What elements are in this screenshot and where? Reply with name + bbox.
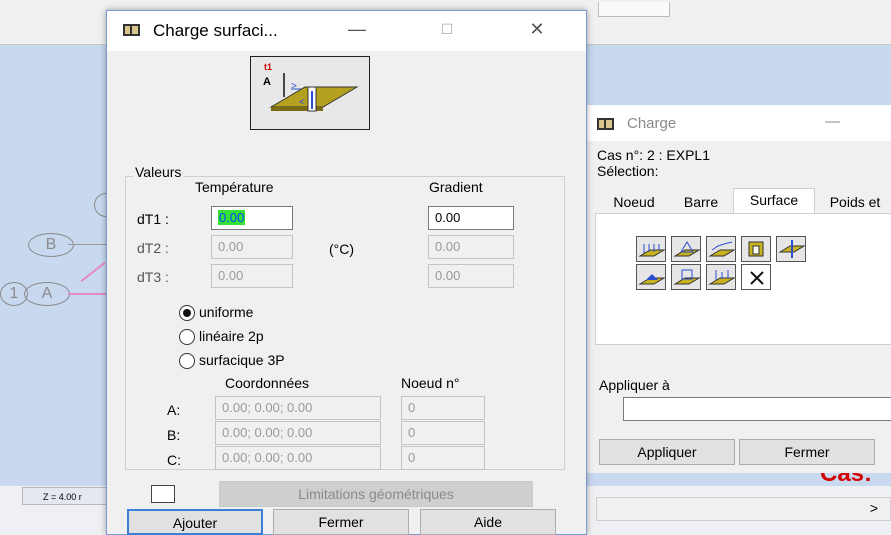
dt1-label: dT1 : (137, 211, 169, 227)
tab-surface[interactable]: Surface (733, 188, 815, 215)
dt3-temperature-input[interactable]: 0.00 (211, 264, 293, 288)
tab-barre[interactable]: Barre (671, 191, 731, 213)
hydrostatic-load-icon[interactable] (636, 264, 666, 290)
dt2-gradient-input[interactable]: 0.00 (428, 235, 514, 259)
uniform-load-icon[interactable] (636, 236, 666, 262)
load-house-icon[interactable] (671, 236, 701, 262)
member-line (68, 293, 108, 295)
case-number: Cas n°: 2 : EXPL1 (597, 147, 710, 163)
unit-label: (°C) (329, 241, 355, 257)
dt3-label: dT3 : (137, 269, 169, 285)
dt1-gradient-input[interactable]: 0.00 (428, 206, 514, 230)
contour-load-icon[interactable] (706, 264, 736, 290)
point-b-node-input[interactable]: 0 (401, 421, 485, 445)
node-label-b: B (28, 233, 74, 257)
radio-surfacique-label: surfacique 3P (199, 352, 285, 368)
limitations-button[interactable]: Limitations géométriques (219, 481, 533, 507)
apply-to-field[interactable] (623, 397, 891, 421)
close-charge-button[interactable]: Fermer (739, 439, 875, 465)
minimize-button[interactable]: — (342, 19, 372, 40)
scroll-right-icon[interactable]: > (870, 500, 878, 516)
grid-line (68, 244, 108, 245)
point-c-label: C: (167, 452, 181, 468)
tab-noeud[interactable]: Noeud (599, 191, 669, 213)
radio-uniforme[interactable] (179, 305, 195, 321)
z-level-status: Z = 4.00 r (22, 487, 117, 505)
dt1-temperature-input[interactable]: 0.00 (211, 206, 293, 230)
coordinates-header: Coordonnées (225, 375, 310, 391)
dt2-label: dT2 : (137, 240, 169, 256)
point-load-icon[interactable] (776, 236, 806, 262)
limitations-checkbox[interactable] (151, 485, 175, 503)
dt1-temperature-value: 0.00 (218, 210, 246, 225)
delete-icon[interactable] (741, 264, 771, 290)
tab-poids[interactable]: Poids et (815, 191, 891, 213)
charge-dialog-title: Charge (627, 115, 677, 132)
dialog-title: Charge surfaci... (153, 21, 278, 40)
a-label: A (263, 76, 271, 88)
node-label-a: A (24, 282, 70, 306)
panel-load-icon[interactable] (741, 236, 771, 262)
radio-uniforme-label: uniforme (199, 304, 254, 320)
apply-button[interactable]: Appliquer (599, 439, 735, 465)
dialog-titlebar[interactable]: Charge surfaci... — ☐ ✕ (107, 11, 586, 51)
values-group-label: Valeurs (133, 164, 184, 180)
close-button[interactable]: Fermer (273, 509, 409, 535)
point-a-label: A: (167, 402, 181, 418)
minimize-button[interactable]: — (825, 113, 840, 130)
surface-charge-dialog: Charge surfaci... — ☐ ✕ t1 A > < Valeurs… (106, 10, 587, 535)
linear-load-icon[interactable] (706, 236, 736, 262)
radio-surfacique[interactable] (179, 353, 195, 369)
surface-tab-panel (595, 213, 891, 345)
surface-load-preview: t1 A > < (250, 56, 370, 130)
apply-to-label: Appliquer à (599, 377, 670, 393)
charge-dialog: Charge — Cas n°: 2 : EXPL1 Sélection: No… (586, 105, 891, 473)
temperature-header: Température (195, 179, 274, 195)
member-line (80, 261, 106, 283)
point-a-coords-input[interactable]: 0.00; 0.00; 0.00 (215, 396, 381, 420)
node-number-header: Noeud n° (401, 375, 460, 391)
close-window-button[interactable]: ✕ (522, 19, 552, 40)
radio-lineaire-label: linéaire 2p (199, 328, 264, 344)
point-c-node-input[interactable]: 0 (401, 446, 485, 470)
radio-lineaire[interactable] (179, 329, 195, 345)
point-b-label: B: (167, 427, 181, 443)
thermal-load-icon[interactable] (671, 264, 701, 290)
t1-label: t1 (264, 62, 273, 72)
help-button[interactable]: Aide (420, 509, 556, 535)
add-button[interactable]: Ajouter (127, 509, 263, 535)
dt2-temperature-input[interactable]: 0.00 (211, 235, 293, 259)
point-c-coords-input[interactable]: 0.00; 0.00; 0.00 (215, 446, 381, 470)
point-b-coords-input[interactable]: 0.00; 0.00; 0.00 (215, 421, 381, 445)
selection-label: Sélection: (597, 163, 659, 179)
arrow-left-label: < (299, 97, 305, 108)
maximize-button[interactable]: ☐ (432, 21, 462, 38)
background-tab[interactable] (598, 2, 670, 17)
arrow-right-label: > (291, 81, 297, 92)
horizontal-scrollbar[interactable]: > (596, 497, 891, 521)
app-icon (123, 24, 140, 36)
gradient-header: Gradient (429, 179, 483, 195)
point-a-node-input[interactable]: 0 (401, 396, 485, 420)
dt3-gradient-input[interactable]: 0.00 (428, 264, 514, 288)
app-icon (597, 118, 614, 130)
charge-dialog-titlebar[interactable]: Charge — (587, 105, 891, 141)
